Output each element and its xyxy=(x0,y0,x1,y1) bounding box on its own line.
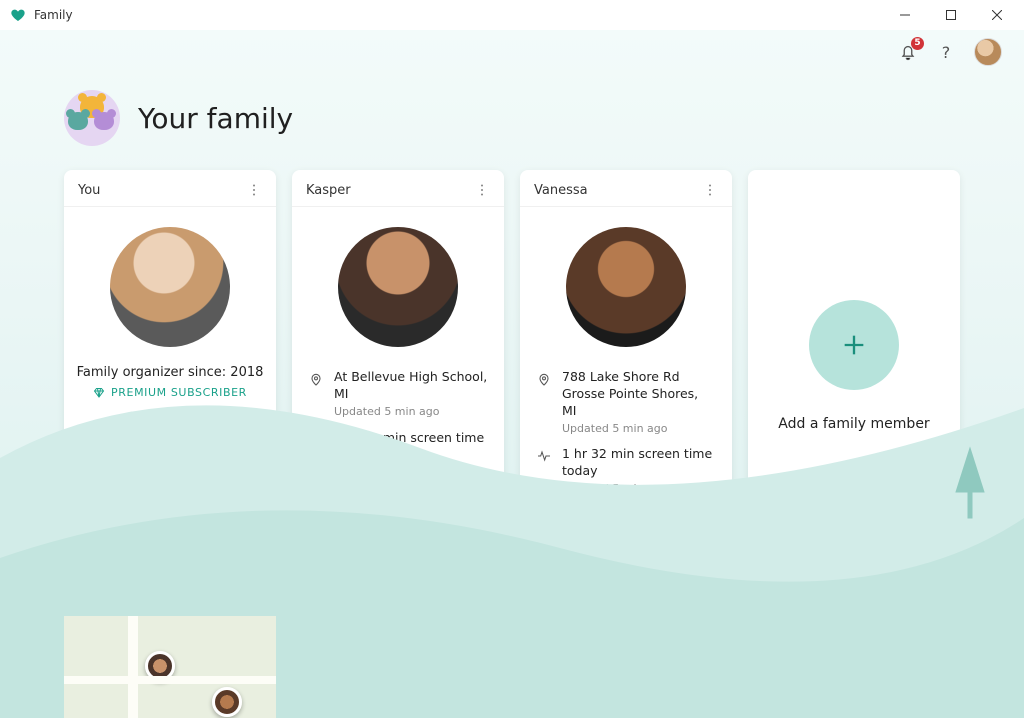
feature-illustration xyxy=(520,583,732,718)
member-card-title: You xyxy=(78,183,100,198)
app-body: 5 ? Your family You Family organizer sin… xyxy=(0,30,1024,718)
map-illustration xyxy=(64,616,276,718)
feature-illustration xyxy=(748,583,960,718)
feature-card-content[interactable] xyxy=(748,583,960,718)
add-family-member-label: Add a family member xyxy=(778,416,929,432)
feature-card-location[interactable] xyxy=(292,583,504,718)
feature-card-safety[interactable] xyxy=(520,583,732,718)
page-title: Your family xyxy=(138,102,293,135)
member-screen-time: 1 hr 32 min screen time today Updated 5 … xyxy=(562,446,716,497)
help-button[interactable]: ? xyxy=(936,42,956,62)
add-family-member-card[interactable]: Add a family member xyxy=(748,170,960,523)
window-title: Family xyxy=(34,8,73,22)
location-icon xyxy=(308,371,324,387)
family-group-icon xyxy=(64,90,120,146)
kebab-menu-button[interactable] xyxy=(474,182,490,198)
feature-card-find-family[interactable]: Find your family xyxy=(64,583,276,718)
member-card-you[interactable]: You Family organizer since: 2018 PREMIUM… xyxy=(64,170,276,523)
location-icon xyxy=(536,371,552,387)
safe-icon xyxy=(561,633,691,718)
feature-title: Find your family xyxy=(64,583,276,616)
window-close-button[interactable] xyxy=(974,0,1020,30)
family-features-grid: Find your family xyxy=(0,573,1024,718)
kebab-menu-button[interactable] xyxy=(246,182,262,198)
member-card-title: Kasper xyxy=(306,183,351,198)
member-card-vanessa[interactable]: Vanessa 788 Lake Shore Rd Grosse Pointe … xyxy=(520,170,732,523)
add-circle-icon xyxy=(809,300,899,390)
shield-icon xyxy=(789,633,919,718)
window-titlebar: Family xyxy=(0,0,1024,30)
member-screen-time: 1 hr 32 min screen time today Updated 5 … xyxy=(334,430,488,481)
notifications-badge: 5 xyxy=(911,37,924,50)
member-card-title: Vanessa xyxy=(534,183,588,198)
app-icon xyxy=(10,7,26,23)
window-maximize-button[interactable] xyxy=(928,0,974,30)
member-card-kasper[interactable]: Kasper At Bellevue High School, MI Updat… xyxy=(292,170,504,523)
family-features-heading: Family features xyxy=(0,547,1024,573)
member-location: At Bellevue High School, MI Updated 5 mi… xyxy=(334,369,488,420)
window-minimize-button[interactable] xyxy=(882,0,928,30)
plus-icon xyxy=(840,331,868,359)
kebab-menu-button[interactable] xyxy=(702,182,718,198)
map-pin-icon xyxy=(343,633,453,718)
member-avatar xyxy=(110,227,230,347)
activity-icon xyxy=(308,432,324,448)
header-actions: 5 ? xyxy=(0,30,1024,66)
family-members-grid: You Family organizer since: 2018 PREMIUM… xyxy=(0,162,1024,547)
activity-icon xyxy=(536,448,552,464)
feature-illustration xyxy=(292,583,504,718)
diamond-icon xyxy=(93,387,105,399)
member-location: 788 Lake Shore Rd Grosse Pointe Shores, … xyxy=(562,369,716,436)
member-avatar xyxy=(338,227,458,347)
member-role-line: Family organizer since: 2018 xyxy=(77,365,264,380)
notifications-button[interactable]: 5 xyxy=(898,42,918,62)
member-avatar xyxy=(566,227,686,347)
page-hero: Your family xyxy=(0,66,1024,162)
account-avatar[interactable] xyxy=(974,38,1002,66)
premium-badge: PREMIUM SUBSCRIBER xyxy=(93,386,247,399)
